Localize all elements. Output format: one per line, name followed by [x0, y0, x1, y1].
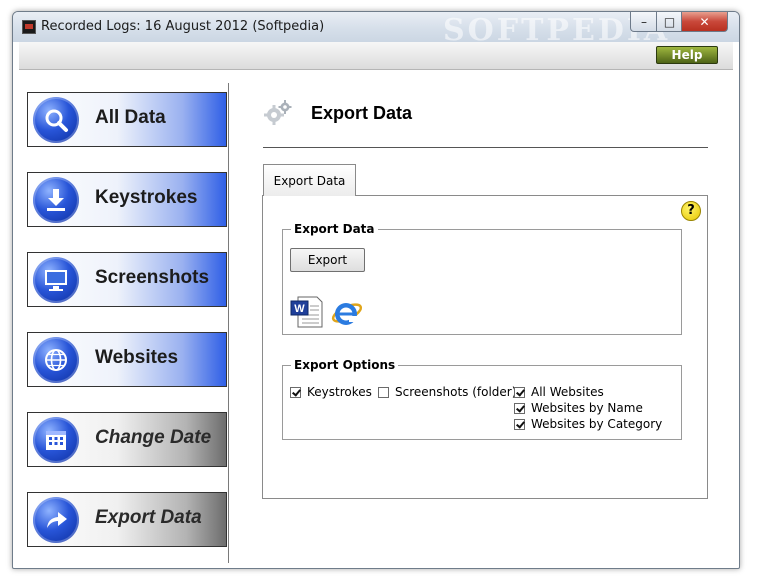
- checkbox-label: Websites by Name: [531, 401, 643, 415]
- question-help-icon[interactable]: ?: [681, 201, 701, 221]
- close-icon: ✕: [699, 14, 710, 29]
- sidebar-item-keystrokes[interactable]: Keystrokes: [27, 172, 227, 227]
- checkbox-label: Keystrokes: [307, 385, 372, 399]
- maximize-button[interactable]: □: [656, 12, 683, 32]
- download-icon: [33, 177, 79, 223]
- minimize-button[interactable]: –: [630, 12, 658, 32]
- checkbox-box[interactable]: [514, 386, 525, 398]
- checkbox-box[interactable]: [514, 418, 525, 430]
- keystrokes-checkbox[interactable]: Keystrokes: [290, 385, 372, 399]
- sidebar-item-export-data[interactable]: Export Data: [27, 492, 227, 547]
- checkbox-label: Screenshots (folder): [395, 385, 517, 399]
- title-divider: [263, 147, 708, 148]
- screenshots-folder-checkbox[interactable]: Screenshots (folder): [378, 385, 516, 399]
- title-bar[interactable]: Recorded Logs: 16 August 2012 (Softpedia…: [13, 12, 739, 48]
- word-doc-icon[interactable]: W: [290, 296, 324, 331]
- help-button[interactable]: Help: [656, 46, 718, 64]
- export-options-group: Export Options Keystrokes Screenshots (f…: [282, 358, 682, 440]
- toolbar: Help: [19, 42, 733, 70]
- minimize-icon: –: [641, 14, 647, 29]
- sidebar-item-label: Screenshots: [95, 267, 210, 288]
- gears-icon: [263, 100, 293, 129]
- tab-export-data[interactable]: Export Data: [263, 164, 356, 196]
- group-title: Export Data: [291, 222, 378, 236]
- websites-by-category-checkbox[interactable]: Websites by Category: [514, 417, 662, 431]
- checkbox-label: Websites by Category: [531, 417, 663, 431]
- internet-explorer-icon[interactable]: [329, 296, 365, 333]
- all-websites-checkbox[interactable]: All Websites: [514, 385, 604, 399]
- sidebar-item-label: All Data: [95, 107, 166, 128]
- sidebar-item-label: Keystrokes: [95, 187, 198, 208]
- monitor-icon: [33, 257, 79, 303]
- export-button[interactable]: Export: [290, 248, 365, 272]
- share-arrow-icon: [33, 497, 79, 543]
- checkbox-label: All Websites: [531, 385, 604, 399]
- window-title: Recorded Logs: 16 August 2012 (Softpedia…: [41, 19, 325, 34]
- sidebar: All Data Keystrokes Screenshots Websites: [19, 83, 229, 563]
- checkbox-box[interactable]: [378, 386, 389, 398]
- globe-icon: [33, 337, 79, 383]
- checkbox-box[interactable]: [514, 402, 525, 414]
- group-title: Export Options: [291, 358, 399, 372]
- calendar-icon: [33, 417, 79, 463]
- sidebar-item-screenshots[interactable]: Screenshots: [27, 252, 227, 307]
- magnifier-icon: [33, 97, 79, 143]
- sidebar-item-websites[interactable]: Websites: [27, 332, 227, 387]
- page-title: Export Data: [311, 103, 413, 123]
- maximize-icon: □: [663, 14, 676, 29]
- sidebar-item-change-date[interactable]: Change Date: [27, 412, 227, 467]
- checkbox-box[interactable]: [290, 386, 301, 398]
- sidebar-item-label: Websites: [95, 347, 179, 368]
- app-window: Recorded Logs: 16 August 2012 (Softpedia…: [12, 11, 740, 569]
- app-icon: [22, 20, 36, 34]
- close-button[interactable]: ✕: [681, 12, 728, 32]
- export-data-group: Export Data Export W: [282, 222, 682, 335]
- websites-by-name-checkbox[interactable]: Websites by Name: [514, 401, 643, 415]
- sidebar-item-label: Change Date: [95, 427, 212, 448]
- svg-text:W: W: [294, 303, 305, 315]
- sidebar-item-all-data[interactable]: All Data: [27, 92, 227, 147]
- sidebar-item-label: Export Data: [95, 507, 202, 528]
